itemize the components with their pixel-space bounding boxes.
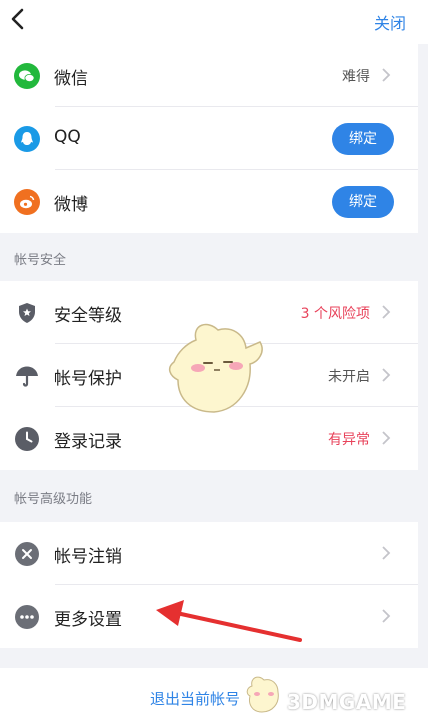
clock-icon	[15, 427, 39, 451]
bind-qq-button[interactable]: 绑定	[332, 123, 394, 155]
more-dots-icon	[15, 605, 39, 629]
watermark-text: 3DMGAME	[287, 690, 407, 714]
chevron-right-icon	[382, 546, 391, 560]
binding-label: 微信	[54, 69, 88, 89]
chevron-right-icon	[382, 609, 391, 623]
top-bar: 关闭	[0, 0, 428, 44]
cancel-circle-icon	[15, 542, 39, 566]
chevron-right-icon	[382, 431, 391, 445]
binding-row-weibo: 微博 绑定	[0, 170, 418, 233]
chevron-right-icon	[382, 305, 391, 319]
umbrella-icon	[16, 366, 38, 387]
login-status-value: 有异常	[328, 432, 370, 448]
close-button[interactable]: 关闭	[374, 10, 406, 34]
row-label: 更多设置	[54, 610, 122, 630]
section-header-advanced: 帐号高级功能	[0, 472, 418, 520]
bindings-group: 微信 难得 QQ 绑定 微博 绑定	[0, 44, 418, 233]
section-title: 帐号安全	[14, 253, 67, 268]
back-arrow-icon[interactable]	[6, 6, 32, 32]
row-label: 帐号注销	[54, 547, 122, 567]
chevron-right-icon	[382, 68, 391, 82]
bind-weibo-button[interactable]: 绑定	[332, 186, 394, 218]
mascot-sticker-image	[168, 323, 263, 413]
row-label: 登录记录	[54, 432, 122, 452]
watermark-mascot-icon	[246, 676, 279, 713]
protection-status-value: 未开启	[328, 369, 370, 385]
shield-icon	[19, 303, 35, 323]
account-cancel-row[interactable]: 帐号注销	[0, 522, 418, 585]
binding-row-qq: QQ 绑定	[0, 107, 418, 170]
risk-count-value: 3 个风险项	[300, 306, 370, 322]
chevron-right-icon	[382, 368, 391, 382]
binding-label: 微博	[54, 195, 88, 215]
row-label: 帐号保护	[54, 369, 122, 389]
qq-icon	[14, 126, 40, 152]
annotation-arrow-icon	[156, 600, 302, 642]
binding-row-wechat[interactable]: 微信 难得	[0, 44, 418, 107]
section-title: 帐号高级功能	[14, 492, 93, 507]
logout-button[interactable]: 退出当前帐号	[150, 688, 240, 709]
row-label: 安全等级	[54, 306, 122, 326]
wechat-icon	[14, 63, 40, 89]
binding-label: QQ	[54, 127, 81, 147]
weibo-icon	[14, 189, 40, 215]
section-header-security: 帐号安全	[0, 233, 418, 281]
binding-value: 难得	[342, 69, 370, 85]
